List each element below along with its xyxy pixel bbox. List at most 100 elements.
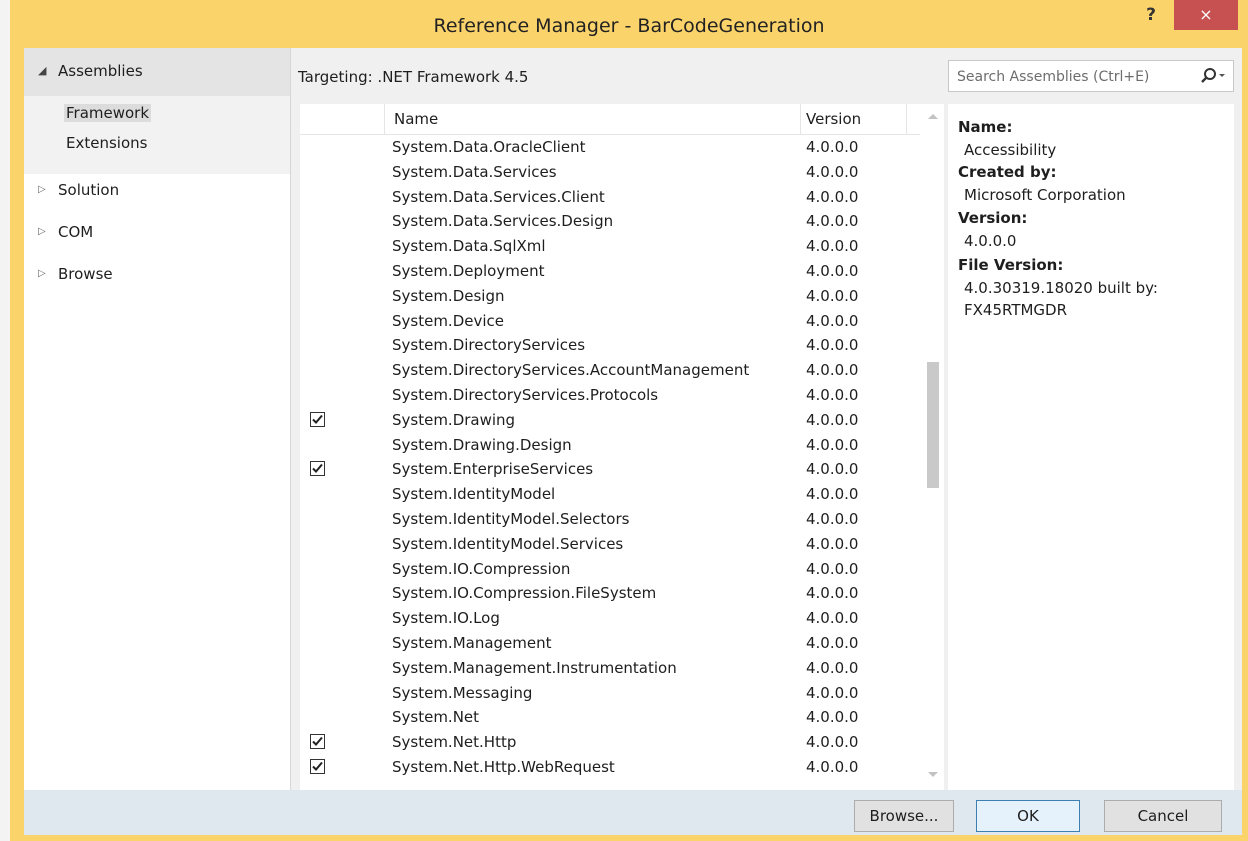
assembly-name: System.IO.Log xyxy=(392,609,500,628)
table-row[interactable]: System.Net.Http.WebRequest 4.0.0.0 xyxy=(300,755,920,780)
table-row[interactable]: System.IdentityModel 4.0.0.0 xyxy=(300,482,920,507)
assembly-name: System.Data.OracleClient xyxy=(392,138,586,156)
table-row[interactable]: System.Data.Services 4.0.0.0 xyxy=(300,160,920,185)
table-row[interactable]: System.Deployment 4.0.0.0 xyxy=(300,259,920,284)
table-row[interactable]: System.Data.Services.Design 4.0.0.0 xyxy=(300,209,920,234)
scroll-up-arrow-icon[interactable] xyxy=(922,106,944,126)
table-row[interactable]: System.DirectoryServices.Protocols 4.0.0.… xyxy=(300,383,920,408)
table-row[interactable]: System.Management 4.0.0.0 xyxy=(300,631,920,656)
title-bar[interactable]: Reference Manager - BarCodeGeneration ? … xyxy=(10,0,1248,48)
reference-checkbox[interactable] xyxy=(310,411,325,427)
nav-subitem-extensions[interactable]: Extensions xyxy=(66,134,147,152)
table-row[interactable]: System.IdentityModel.Services 4.0.0.0 xyxy=(300,532,920,557)
assembly-name: System.Management.Instrumentation xyxy=(392,658,677,677)
table-row[interactable]: System.Device 4.0.0.0 xyxy=(300,309,920,334)
detail-fileversion-build: FX45RTMGDR xyxy=(964,301,1068,319)
assembly-version: 4.0.0.0 xyxy=(806,609,859,628)
close-button[interactable]: × xyxy=(1174,0,1238,30)
table-row[interactable]: System.IO.Log 4.0.0.0 xyxy=(300,606,920,631)
table-row[interactable]: System.Data.SqlXml 4.0.0.0 xyxy=(300,234,920,259)
expanded-arrow-icon: ◢ xyxy=(38,64,47,77)
scrollbar-thumb[interactable] xyxy=(927,362,939,488)
ok-button[interactable]: OK xyxy=(976,800,1080,832)
nav-item-label: Browse xyxy=(58,265,113,283)
assembly-version: 4.0.0.0 xyxy=(806,534,859,553)
nav-item-assemblies[interactable]: ◢ Assemblies xyxy=(24,48,290,96)
category-nav: ◢ Assemblies Framework Extensions ▷ Solu… xyxy=(24,48,291,790)
browse-button[interactable]: Browse... xyxy=(854,800,954,832)
assembly-name: System.Design xyxy=(392,286,505,305)
reference-checkbox[interactable] xyxy=(310,758,325,774)
table-row[interactable]: System.Design 4.0.0.0 xyxy=(300,284,920,309)
table-row[interactable]: System.DirectoryServices 4.0.0.0 xyxy=(300,333,920,358)
assembly-version: 4.0.0.0 xyxy=(806,261,859,280)
nav-subitem-framework[interactable]: Framework xyxy=(64,104,152,122)
scroll-down-arrow-icon[interactable] xyxy=(922,764,944,784)
column-header-version[interactable]: Version xyxy=(806,110,861,128)
assembly-name: System.DirectoryServices xyxy=(392,336,586,355)
assembly-version: 4.0.0.0 xyxy=(806,336,859,355)
table-row[interactable]: System.IdentityModel.Selectors 4.0.0.0 xyxy=(300,507,920,532)
assembly-name: System.Messaging xyxy=(392,683,533,702)
nav-item-com[interactable]: ▷ COM xyxy=(24,220,290,250)
search-box[interactable] xyxy=(948,60,1234,92)
window-title: Reference Manager - BarCodeGeneration xyxy=(433,15,825,37)
table-row[interactable]: System.Net 4.0.0.0 xyxy=(300,705,920,730)
assembly-version: 4.0.0.0 xyxy=(806,559,859,578)
column-divider[interactable] xyxy=(800,104,801,134)
assemblies-subitems: Framework Extensions xyxy=(24,96,290,174)
targeting-label: Targeting: .NET Framework 4.5 xyxy=(298,68,529,86)
detail-created-value: Microsoft Corporation xyxy=(964,186,1126,204)
table-row[interactable]: System.DirectoryServices.AccountManageme… xyxy=(300,358,920,383)
nav-item-browse[interactable]: ▷ Browse xyxy=(24,262,290,292)
assembly-name: System.DirectoryServices.Protocols xyxy=(392,385,659,404)
nav-item-solution[interactable]: ▷ Solution xyxy=(24,178,290,208)
assembly-name: System.Data.Services.Design xyxy=(392,212,614,231)
assembly-name: System.EnterpriseServices xyxy=(392,460,594,479)
help-button[interactable]: ? xyxy=(1134,2,1168,28)
assembly-version: 4.0.0.0 xyxy=(806,410,859,429)
reference-checkbox[interactable] xyxy=(310,734,325,750)
assembly-version: 4.0.0.0 xyxy=(806,509,859,528)
checkmark-icon xyxy=(312,736,323,747)
column-divider xyxy=(384,104,385,134)
nav-item-label: COM xyxy=(58,223,94,241)
search-input[interactable] xyxy=(955,65,1189,89)
assembly-name: System.IO.Compression.FileSystem xyxy=(392,584,657,603)
assembly-version: 4.0.0.0 xyxy=(806,757,859,776)
table-row[interactable]: System.Data.OracleClient 4.0.0.0 xyxy=(300,135,920,160)
table-row[interactable]: System.Drawing.Design 4.0.0.0 xyxy=(300,433,920,458)
assembly-name: System.Net.Http.WebRequest xyxy=(392,757,615,776)
assembly-name: System.Drawing xyxy=(392,410,516,429)
table-row[interactable]: System.EnterpriseServices 4.0.0.0 xyxy=(300,457,920,482)
assembly-version: 4.0.0.0 xyxy=(806,385,859,404)
assembly-version: 4.0.0.0 xyxy=(806,162,859,181)
table-row[interactable]: System.Net.Http 4.0.0.0 xyxy=(300,730,920,755)
table-row[interactable]: System.Messaging 4.0.0.0 xyxy=(300,681,920,706)
detail-name-key: Name: xyxy=(958,118,1013,136)
table-row[interactable]: System.Management.Instrumentation 4.0.0.0 xyxy=(300,656,920,681)
assembly-version: 4.0.0.0 xyxy=(806,633,859,652)
detail-fileversion-key: File Version: xyxy=(958,256,1064,274)
table-row[interactable]: System.Data.Services.Client 4.0.0.0 xyxy=(300,185,920,210)
assembly-version: 4.0.0.0 xyxy=(806,460,859,479)
assembly-version: 4.0.0.0 xyxy=(806,485,859,504)
reference-checkbox[interactable] xyxy=(310,461,325,477)
assembly-version: 4.0.0.0 xyxy=(806,237,859,256)
assembly-version: 4.0.0.0 xyxy=(806,212,859,231)
column-header-name[interactable]: Name xyxy=(394,110,438,128)
search-icon[interactable] xyxy=(1197,65,1227,87)
assembly-version: 4.0.0.0 xyxy=(806,708,859,727)
collapsed-arrow-icon: ▷ xyxy=(38,184,46,195)
table-row[interactable]: System.Drawing 4.0.0.0 xyxy=(300,408,920,433)
assembly-version: 4.0.0.0 xyxy=(806,286,859,305)
detail-created-key: Created by: xyxy=(958,163,1057,181)
cancel-button[interactable]: Cancel xyxy=(1104,800,1222,832)
assembly-version: 4.0.0.0 xyxy=(806,683,859,702)
vertical-scrollbar[interactable] xyxy=(922,104,944,790)
table-row[interactable]: System.IO.Compression.FileSystem 4.0.0.0 xyxy=(300,581,920,606)
assembly-name: System.Data.SqlXml xyxy=(392,237,546,256)
collapsed-arrow-icon: ▷ xyxy=(38,226,46,237)
checkmark-icon xyxy=(312,761,323,771)
table-row[interactable]: System.IO.Compression 4.0.0.0 xyxy=(300,557,920,582)
